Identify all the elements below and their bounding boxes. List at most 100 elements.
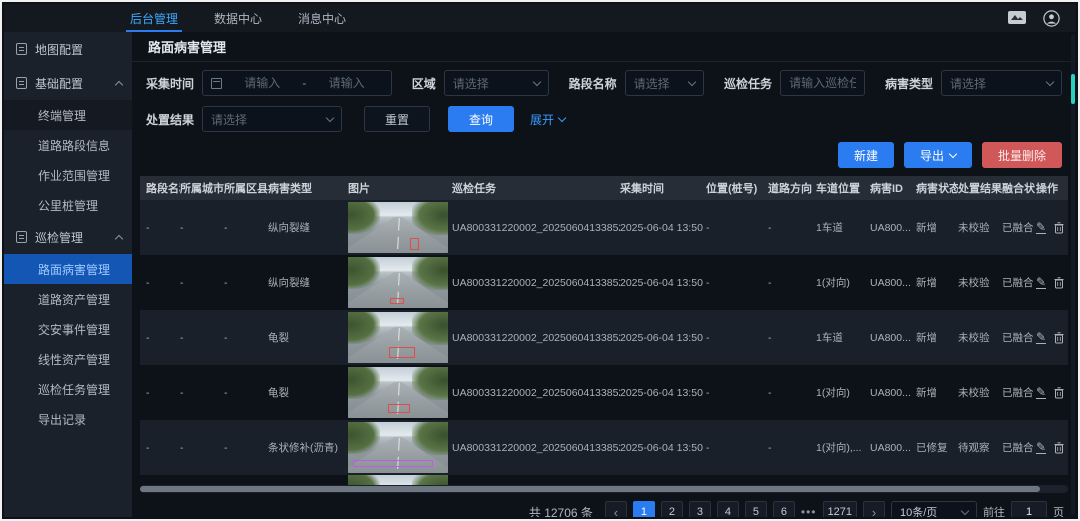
collect-time-start-input[interactable]	[226, 76, 298, 90]
sidebar-item-label: 巡检任务管理	[38, 381, 110, 398]
sidebar-item-label: 交安事件管理	[38, 321, 110, 338]
sidebar-item[interactable]: 路面病害管理	[4, 254, 132, 284]
cell-task: UA800331220002_20250604133852059	[452, 332, 620, 344]
user-avatar-icon[interactable]	[1043, 10, 1060, 27]
search-button[interactable]: 查询	[448, 106, 514, 132]
page-number-button[interactable]: 2	[661, 501, 683, 517]
edit-icon[interactable]: ✎	[1036, 442, 1046, 454]
cell-type: 纵向裂缝	[268, 275, 348, 290]
table-header: 路段名称 所属城市 所属区县 病害类型 图片 巡检任务 采集时间 位置(桩号) …	[140, 176, 1068, 200]
export-button[interactable]: 导出	[904, 142, 972, 168]
chevron-down-icon	[688, 77, 696, 85]
page-number-button[interactable]: 6	[773, 501, 795, 517]
road-name-select-placeholder: 请选择	[634, 75, 670, 92]
cell-result: 未校验	[958, 330, 1002, 345]
road-photo-thumbnail[interactable]	[348, 475, 448, 485]
last-page-button[interactable]: 1271	[823, 501, 857, 517]
cell-road-name: -	[146, 277, 180, 289]
page-size-select[interactable]: 10条/页	[891, 501, 977, 517]
sidebar-item[interactable]: 巡检管理	[4, 220, 132, 254]
disease-type-select[interactable]: 请选择	[941, 70, 1062, 96]
cell-fusion: 已融合	[1002, 330, 1036, 345]
collect-time-end-input[interactable]	[310, 76, 382, 90]
sidebar-item[interactable]: 公里桩管理	[4, 190, 132, 220]
road-photo-thumbnail[interactable]	[348, 422, 448, 473]
cell-type: 龟裂	[268, 385, 348, 400]
top-tab[interactable]: 后台管理	[112, 4, 196, 32]
more-pages-icon[interactable]: •••	[801, 505, 817, 517]
batch-delete-button[interactable]: 批量删除	[982, 142, 1062, 168]
cell-type: 龟裂	[268, 330, 348, 345]
sidebar-item[interactable]: 道路路段信息	[4, 130, 132, 160]
sidebar-item[interactable]: 线性资产管理	[4, 344, 132, 374]
expand-link[interactable]: 展开	[530, 111, 565, 128]
next-page-button[interactable]: ›	[863, 501, 885, 517]
cell-stake: -	[706, 277, 768, 289]
cell-county: -	[224, 332, 268, 344]
page-number-button[interactable]: 5	[745, 501, 767, 517]
col-type: 病害类型	[268, 180, 348, 196]
goto-label: 前往	[983, 504, 1005, 517]
road-name-select[interactable]: 请选择	[625, 70, 704, 96]
sidebar-item-label: 路面病害管理	[38, 261, 110, 278]
horizontal-scrollbar[interactable]	[140, 485, 1068, 493]
collect-time-range-input[interactable]: -	[202, 70, 392, 96]
edit-icon[interactable]: ✎	[1036, 387, 1046, 399]
edit-icon[interactable]: ✎	[1036, 332, 1046, 344]
cell-operations: ✎	[1036, 277, 1076, 289]
cell-county: -	[224, 442, 268, 454]
sidebar-item[interactable]: 巡检任务管理	[4, 374, 132, 404]
top-tab-label: 后台管理	[130, 10, 178, 27]
monitor-icon[interactable]	[1007, 10, 1027, 26]
sidebar-item[interactable]: 地图配置	[4, 32, 132, 66]
col-fusion: 融合状	[1002, 180, 1036, 196]
delete-icon[interactable]	[1054, 332, 1064, 344]
task-input[interactable]	[789, 76, 856, 90]
road-photo-thumbnail[interactable]	[348, 367, 448, 418]
page-number-button[interactable]: 3	[689, 501, 711, 517]
trees-left	[348, 422, 380, 454]
sidebar-item[interactable]: 道路资产管理	[4, 284, 132, 314]
goto-page-input[interactable]	[1011, 501, 1047, 517]
sidebar-item[interactable]: 导出记录	[4, 404, 132, 434]
annotation-box	[389, 347, 415, 358]
col-time: 采集时间	[620, 180, 706, 196]
create-button[interactable]: 新建	[838, 142, 894, 168]
chevron-down-icon	[1046, 77, 1054, 85]
edit-icon[interactable]: ✎	[1036, 222, 1046, 234]
calendar-icon	[211, 78, 222, 89]
delete-icon[interactable]	[1054, 387, 1064, 399]
sidebar-item[interactable]: 终端管理	[4, 100, 132, 130]
sidebar-item[interactable]: 作业范围管理	[4, 160, 132, 190]
top-tab[interactable]: 消息中心	[280, 4, 364, 32]
cell-image	[348, 257, 452, 308]
prev-page-button[interactable]: ‹	[605, 501, 627, 517]
expand-link-label: 展开	[530, 111, 554, 128]
reset-button[interactable]: 重置	[364, 106, 430, 132]
vertical-scrollbar-thumb[interactable]	[1071, 74, 1075, 104]
road-photo-thumbnail[interactable]	[348, 202, 448, 253]
sidebar-item-label: 公里桩管理	[38, 197, 98, 214]
horizontal-scrollbar-thumb[interactable]	[140, 486, 1040, 492]
region-select[interactable]: 请选择	[444, 70, 549, 96]
top-tab[interactable]: 数据中心	[196, 4, 280, 32]
sidebar-item[interactable]: 交安事件管理	[4, 314, 132, 344]
edit-icon[interactable]: ✎	[1036, 277, 1046, 289]
cell-fusion: 已融合	[1002, 275, 1036, 290]
page-size-value: 10条/页	[900, 504, 937, 517]
delete-icon[interactable]	[1054, 442, 1064, 454]
cell-lane: 1(对向),...	[816, 440, 870, 455]
cell-operations: ✎	[1036, 222, 1076, 234]
cell-county: -	[224, 387, 268, 399]
cell-time: 2025-06-04 13:50	[620, 277, 706, 289]
sidebar-item[interactable]: 基础配置	[4, 66, 132, 100]
result-select[interactable]: 请选择	[202, 106, 342, 132]
delete-icon[interactable]	[1054, 277, 1064, 289]
road-photo-thumbnail[interactable]	[348, 257, 448, 308]
cell-disease-id: UA800...	[870, 222, 916, 234]
road-photo-thumbnail[interactable]	[348, 312, 448, 363]
vertical-scrollbar[interactable]	[1071, 34, 1075, 515]
delete-icon[interactable]	[1054, 222, 1064, 234]
page-number-button[interactable]: 1	[633, 501, 655, 517]
page-number-button[interactable]: 4	[717, 501, 739, 517]
